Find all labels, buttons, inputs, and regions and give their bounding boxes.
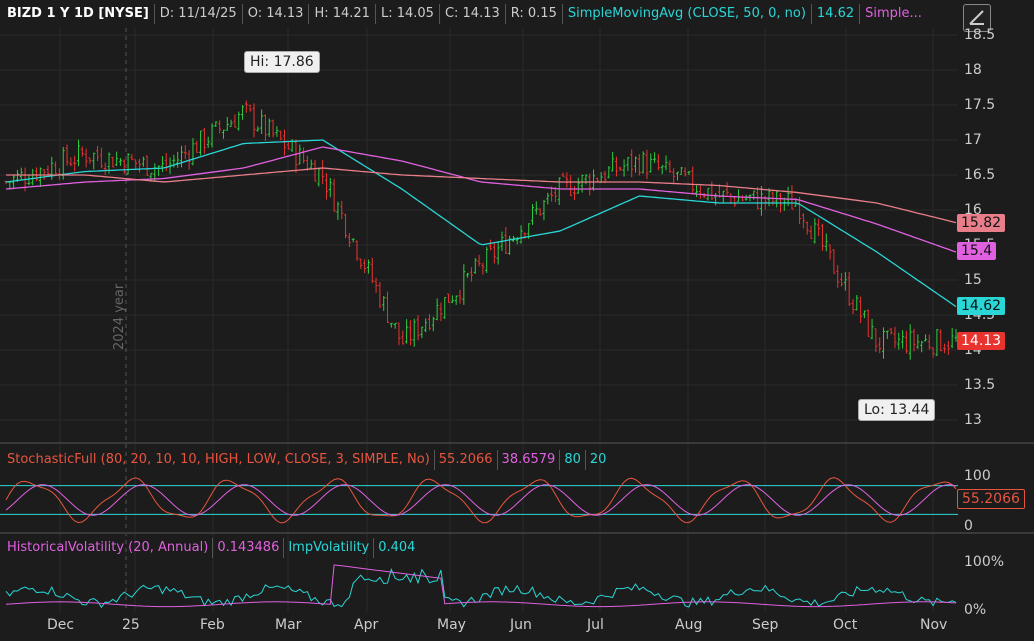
year-label: 2024 year bbox=[112, 283, 127, 350]
price-tick-label: 13 bbox=[964, 412, 982, 428]
hv-title[interactable]: HistoricalVolatility (20, Annual) bbox=[3, 538, 214, 558]
pane-divider[interactable] bbox=[0, 442, 1034, 444]
price-tick-label: 17 bbox=[964, 132, 982, 148]
stochastic-header: StochasticFull (80, 20, 10, 10, HIGH, LO… bbox=[3, 450, 610, 470]
month-label: 25 bbox=[122, 617, 140, 633]
month-label: Aug bbox=[675, 617, 703, 633]
stochastic-badge: 55.2066 bbox=[957, 489, 1025, 509]
price-tick-label: 16.5 bbox=[964, 167, 996, 183]
month-label: Sep bbox=[752, 617, 779, 633]
sma200-badge: 15.82 bbox=[957, 214, 1006, 232]
last-price-badge: 14.13 bbox=[957, 332, 1006, 350]
iv-value: 0.404 bbox=[378, 540, 416, 555]
month-label: Oct bbox=[833, 617, 858, 633]
month-label: Dec bbox=[47, 617, 75, 633]
stochastic-title[interactable]: StochasticFull (80, 20, 10, 10, HIGH, LO… bbox=[3, 450, 435, 470]
price-tick-label: 18.5 bbox=[964, 27, 996, 43]
month-label: May bbox=[437, 617, 466, 633]
stochastic-ob-value: 80 bbox=[560, 450, 586, 470]
month-label: Mar bbox=[275, 617, 302, 633]
month-label: Jul bbox=[587, 617, 604, 633]
month-label: Nov bbox=[920, 617, 948, 633]
stochastic-k-value: 55.2066 bbox=[435, 450, 498, 470]
month-label: Jun bbox=[510, 617, 532, 633]
stochastic-d-value: 38.6579 bbox=[498, 450, 561, 470]
volatility-header: HistoricalVolatility (20, Annual) 0.1434… bbox=[3, 538, 419, 558]
stochastic-d-line bbox=[5, 484, 957, 516]
low-callout: Lo: 13.44 bbox=[858, 399, 936, 421]
iv-title[interactable]: ImpVolatility bbox=[284, 538, 375, 558]
vol-tick-0: 0% bbox=[964, 602, 987, 618]
month-label: Apr bbox=[354, 617, 379, 633]
pane-divider[interactable] bbox=[0, 532, 1034, 534]
price-tick-label: 15 bbox=[964, 272, 982, 288]
month-label: Feb bbox=[200, 617, 225, 633]
hv-value: 0.143486 bbox=[213, 538, 285, 558]
stochastic-os-value: 20 bbox=[589, 452, 607, 467]
high-callout: Hi: 17.86 bbox=[244, 51, 320, 73]
stochastic-k-line bbox=[5, 477, 957, 524]
stoch-tick-100: 100 bbox=[964, 468, 991, 484]
price-tick-label: 17.5 bbox=[964, 97, 996, 113]
sma100-badge: 15.4 bbox=[957, 242, 997, 260]
historical-volatility-line bbox=[5, 564, 957, 608]
price-tick-label: 18 bbox=[964, 62, 982, 78]
price-tick-label: 13.5 bbox=[964, 377, 996, 393]
sma50-badge: 14.62 bbox=[957, 297, 1006, 315]
stoch-tick-0: 0 bbox=[964, 518, 973, 534]
vol-tick-100: 100% bbox=[964, 554, 1005, 570]
